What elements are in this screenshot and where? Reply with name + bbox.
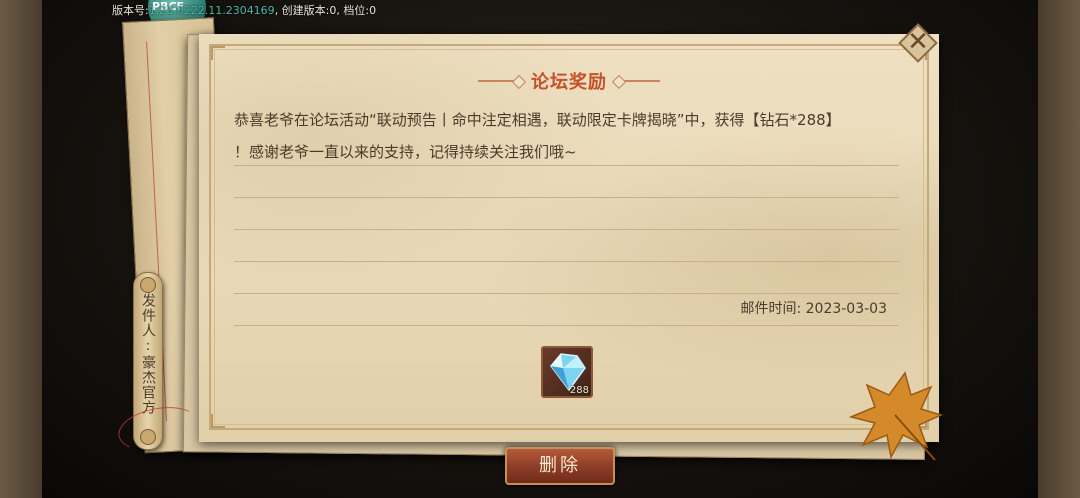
sender-label: 发件人:豪杰官方 bbox=[140, 293, 156, 415]
mail-body: 恭喜老爷在论坛活动“联动预告丨命中注定相遇，联动限定卡牌揭晓”中，获得【钻石*2… bbox=[234, 104, 904, 168]
delete-button[interactable]: 删除 bbox=[505, 447, 615, 485]
ornament-right bbox=[620, 80, 661, 82]
mail-title-row: 论坛奖励 bbox=[199, 68, 939, 94]
version-info: 版本号:1.23.0222.11.2304169, 创建版本:0, 档位:0 bbox=[112, 2, 376, 18]
version-prefix: 版本号: bbox=[112, 4, 149, 17]
left-wall bbox=[0, 0, 42, 498]
version-number: 1.23.0222.11.2304169 bbox=[148, 4, 275, 17]
close-icon: ✕ bbox=[907, 27, 929, 57]
ornament-left bbox=[477, 80, 518, 82]
reward-count: 288 bbox=[569, 385, 589, 396]
mail-time-label: 邮件时间: bbox=[740, 301, 802, 317]
version-rest: , 创建版本:0, 档位:0 bbox=[274, 4, 377, 17]
line-divider bbox=[234, 325, 899, 326]
line-divider bbox=[234, 229, 899, 230]
mail-body-line2: ！感谢老爷一直以来的支持，记得持续关注我们哦~ bbox=[234, 143, 577, 161]
mail-title: 论坛奖励 bbox=[531, 72, 607, 93]
knob-icon bbox=[140, 277, 156, 293]
mail-body-line1: 恭喜老爷在论坛活动“联动预告丨命中注定相遇，联动限定卡牌揭晓”中，获得【钻石*2… bbox=[234, 111, 841, 129]
mail-time-value: 2023-03-03 bbox=[805, 301, 887, 317]
mail-time: 邮件时间: 2023-03-03 bbox=[740, 298, 887, 318]
right-wall bbox=[1038, 0, 1080, 498]
line-divider bbox=[234, 197, 899, 198]
line-divider bbox=[234, 293, 899, 294]
maple-leaf-icon bbox=[848, 371, 944, 461]
line-divider bbox=[234, 165, 899, 166]
line-divider bbox=[234, 261, 899, 262]
close-button[interactable]: ✕ bbox=[895, 20, 941, 66]
reward-item[interactable]: 288 bbox=[541, 346, 593, 398]
